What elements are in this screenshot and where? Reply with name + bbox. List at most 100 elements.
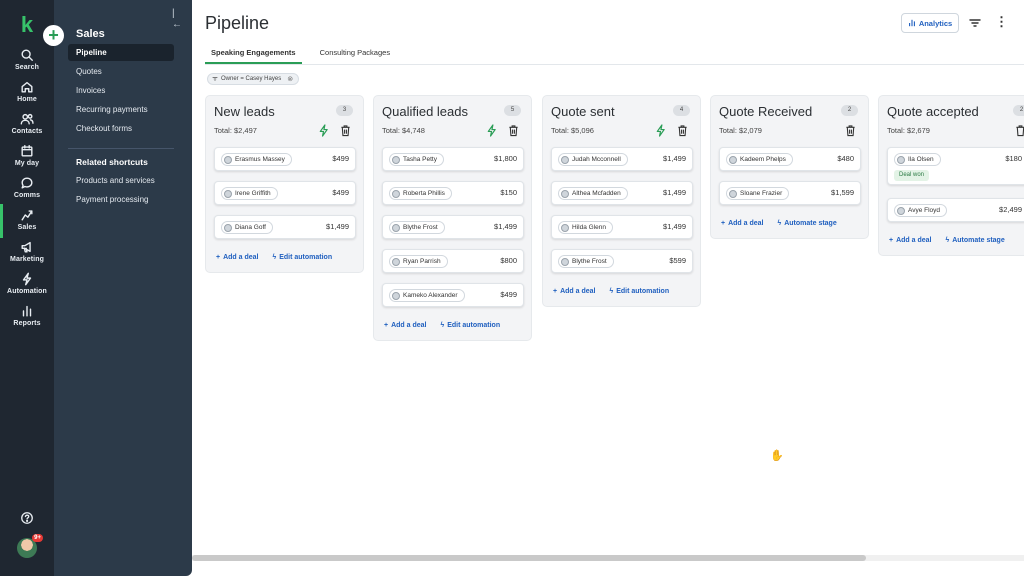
rail-item-marketing[interactable]: Marketing bbox=[0, 240, 54, 270]
contact-chip[interactable]: Sloane Frazier bbox=[726, 187, 790, 200]
rail-item-comms[interactable]: Comms bbox=[0, 176, 54, 206]
subnav-divider bbox=[68, 148, 174, 149]
contact-chip[interactable]: Kameko Alexander bbox=[389, 289, 465, 302]
contact-chip[interactable]: Avye Floyd bbox=[894, 204, 948, 217]
deal-amount: $1,800 bbox=[494, 154, 517, 163]
stage-title: New leads bbox=[214, 104, 275, 119]
deal-card[interactable]: Tasha Petty $1,800 bbox=[382, 147, 524, 171]
subnav-item-checkout-forms[interactable]: Checkout forms bbox=[68, 120, 174, 137]
edit-automation-button[interactable]: ϟ Edit automation bbox=[273, 254, 333, 261]
deal-card[interactable]: Blythe Frost $1,499 bbox=[382, 215, 524, 239]
icon-rail: k Search Home Contacts My day Comms Sale… bbox=[0, 0, 54, 576]
contact-avatar-icon bbox=[392, 189, 400, 198]
horizontal-scrollbar-thumb[interactable] bbox=[192, 555, 866, 561]
rail-item-reports[interactable]: Reports bbox=[0, 304, 54, 334]
contact-chip[interactable]: Tasha Petty bbox=[389, 153, 444, 166]
rail-item-contacts[interactable]: Contacts bbox=[0, 112, 54, 142]
notification-badge: 9+ bbox=[32, 534, 43, 542]
deal-card[interactable]: Erasmus Massey $499 bbox=[214, 147, 356, 171]
contact-chip[interactable]: Ryan Parrish bbox=[389, 255, 448, 268]
trash-icon[interactable] bbox=[340, 124, 351, 137]
collapse-sidebar-button[interactable]: |← bbox=[172, 8, 184, 30]
deal-amount: $499 bbox=[332, 188, 349, 197]
subnav-item-pipeline[interactable]: Pipeline bbox=[68, 44, 174, 61]
deal-card[interactable]: Diana Goff $1,499 bbox=[214, 215, 356, 239]
shortcut-payment-processing[interactable]: Payment processing bbox=[68, 191, 174, 208]
subnav-item-recurring-payments[interactable]: Recurring payments bbox=[68, 101, 174, 118]
trash-icon[interactable] bbox=[845, 124, 856, 137]
keap-logo[interactable]: k bbox=[16, 12, 38, 38]
contact-chip[interactable]: Ila Olsen bbox=[894, 153, 941, 166]
tab-consulting-packages[interactable]: Consulting Packages bbox=[314, 44, 396, 64]
add-deal-button[interactable]: + Add a deal bbox=[384, 322, 427, 329]
rail-item-sales[interactable]: Sales bbox=[0, 204, 54, 238]
rail-item-home[interactable]: Home bbox=[0, 80, 54, 110]
deal-amount: $2,499 bbox=[999, 205, 1022, 214]
analytics-button[interactable]: Analytics bbox=[901, 13, 959, 33]
contact-avatar-icon bbox=[897, 206, 905, 215]
stage-actions: + Add a deal ϟ Edit automation bbox=[553, 288, 669, 295]
subnav-item-quotes[interactable]: Quotes bbox=[68, 63, 174, 80]
contact-chip[interactable]: Althea Mcfadden bbox=[558, 187, 628, 200]
stage-column-quote-received: Quote Received 2 Total: $2,079 Kadeem Ph… bbox=[710, 95, 869, 239]
filter-icon[interactable] bbox=[968, 16, 982, 30]
contact-chip[interactable]: Diana Goff bbox=[221, 221, 273, 234]
contact-chip[interactable]: Hilda Glenn bbox=[558, 221, 613, 234]
bolt-icon[interactable] bbox=[655, 124, 666, 137]
bolt-icon[interactable] bbox=[486, 124, 497, 137]
edit-automation-button[interactable]: ϟ Edit automation bbox=[441, 322, 501, 329]
contacts-icon bbox=[20, 113, 34, 125]
user-avatar-button[interactable]: 9+ bbox=[0, 534, 54, 558]
trash-icon[interactable] bbox=[677, 124, 688, 137]
contact-chip[interactable]: Erasmus Massey bbox=[221, 153, 292, 166]
contact-avatar-icon bbox=[392, 155, 400, 164]
add-deal-button[interactable]: + Add a deal bbox=[889, 237, 932, 244]
deal-card[interactable]: Ryan Parrish $800 bbox=[382, 249, 524, 273]
add-deal-button[interactable]: + Add a deal bbox=[216, 254, 259, 261]
contact-chip[interactable]: Blythe Frost bbox=[558, 255, 614, 268]
automate-stage-button[interactable]: ϟ Automate stage bbox=[778, 220, 837, 227]
deal-card[interactable]: Kameko Alexander $499 bbox=[382, 283, 524, 307]
contact-avatar-icon bbox=[224, 189, 232, 198]
deal-card[interactable]: Avye Floyd $2,499 bbox=[887, 198, 1024, 222]
deal-card[interactable]: Blythe Frost $599 bbox=[551, 249, 693, 273]
owner-filter-chip[interactable]: Owner = Casey Hayes ⊗ bbox=[207, 73, 300, 85]
rail-item-my-day[interactable]: My day bbox=[0, 144, 54, 174]
help-button[interactable] bbox=[0, 511, 54, 525]
contact-chip[interactable]: Judah Mcconnell bbox=[558, 153, 628, 166]
bolt-icon[interactable] bbox=[318, 124, 329, 137]
page-title: Pipeline bbox=[205, 13, 270, 33]
deal-card[interactable]: Kadeem Phelps $480 bbox=[719, 147, 861, 171]
automate-stage-button[interactable]: ϟ Automate stage bbox=[946, 237, 1005, 244]
rail-item-automation[interactable]: Automation bbox=[0, 272, 54, 302]
shortcut-products-and-services[interactable]: Products and services bbox=[68, 172, 174, 189]
trash-icon[interactable] bbox=[1015, 124, 1024, 137]
stage-total: Total: $2,679 bbox=[887, 126, 930, 135]
stage-count-badge: 5 bbox=[504, 105, 521, 116]
bar-chart-icon bbox=[22, 305, 32, 317]
add-deal-button[interactable]: + Add a deal bbox=[553, 288, 596, 295]
stage-actions: + Add a deal ϟ Edit automation bbox=[216, 254, 332, 261]
deal-card[interactable]: Hilda Glenn $1,499 bbox=[551, 215, 693, 239]
remove-filter-icon[interactable]: ⊗ bbox=[287, 75, 293, 83]
contact-chip[interactable]: Roberta Phillis bbox=[389, 187, 452, 200]
add-deal-button[interactable]: + Add a deal bbox=[721, 220, 764, 227]
trash-icon[interactable] bbox=[508, 124, 519, 137]
rail-item-search[interactable]: Search bbox=[0, 48, 54, 78]
contact-chip[interactable]: Irene Griffith bbox=[221, 187, 278, 200]
deal-card[interactable]: Judah Mcconnell $1,499 bbox=[551, 147, 693, 171]
more-options-icon[interactable]: ⋮ bbox=[995, 15, 1008, 30]
subnav-item-invoices[interactable]: Invoices bbox=[68, 82, 174, 99]
contact-chip[interactable]: Blythe Frost bbox=[389, 221, 445, 234]
tab-speaking-engagements[interactable]: Speaking Engagements bbox=[205, 44, 302, 64]
contact-avatar-icon bbox=[224, 155, 232, 164]
deal-card[interactable]: Irene Griffith $499 bbox=[214, 181, 356, 205]
deal-card[interactable]: Althea Mcfadden $1,499 bbox=[551, 181, 693, 205]
deal-card[interactable]: Sloane Frazier $1,599 bbox=[719, 181, 861, 205]
deal-card[interactable]: Roberta Phillis $150 bbox=[382, 181, 524, 205]
create-new-button[interactable]: + bbox=[43, 25, 64, 46]
deal-card[interactable]: Ila Olsen $180 Deal won bbox=[887, 147, 1024, 185]
contact-chip[interactable]: Kadeem Phelps bbox=[726, 153, 793, 166]
edit-automation-button[interactable]: ϟ Edit automation bbox=[610, 288, 670, 295]
home-icon bbox=[21, 81, 33, 93]
